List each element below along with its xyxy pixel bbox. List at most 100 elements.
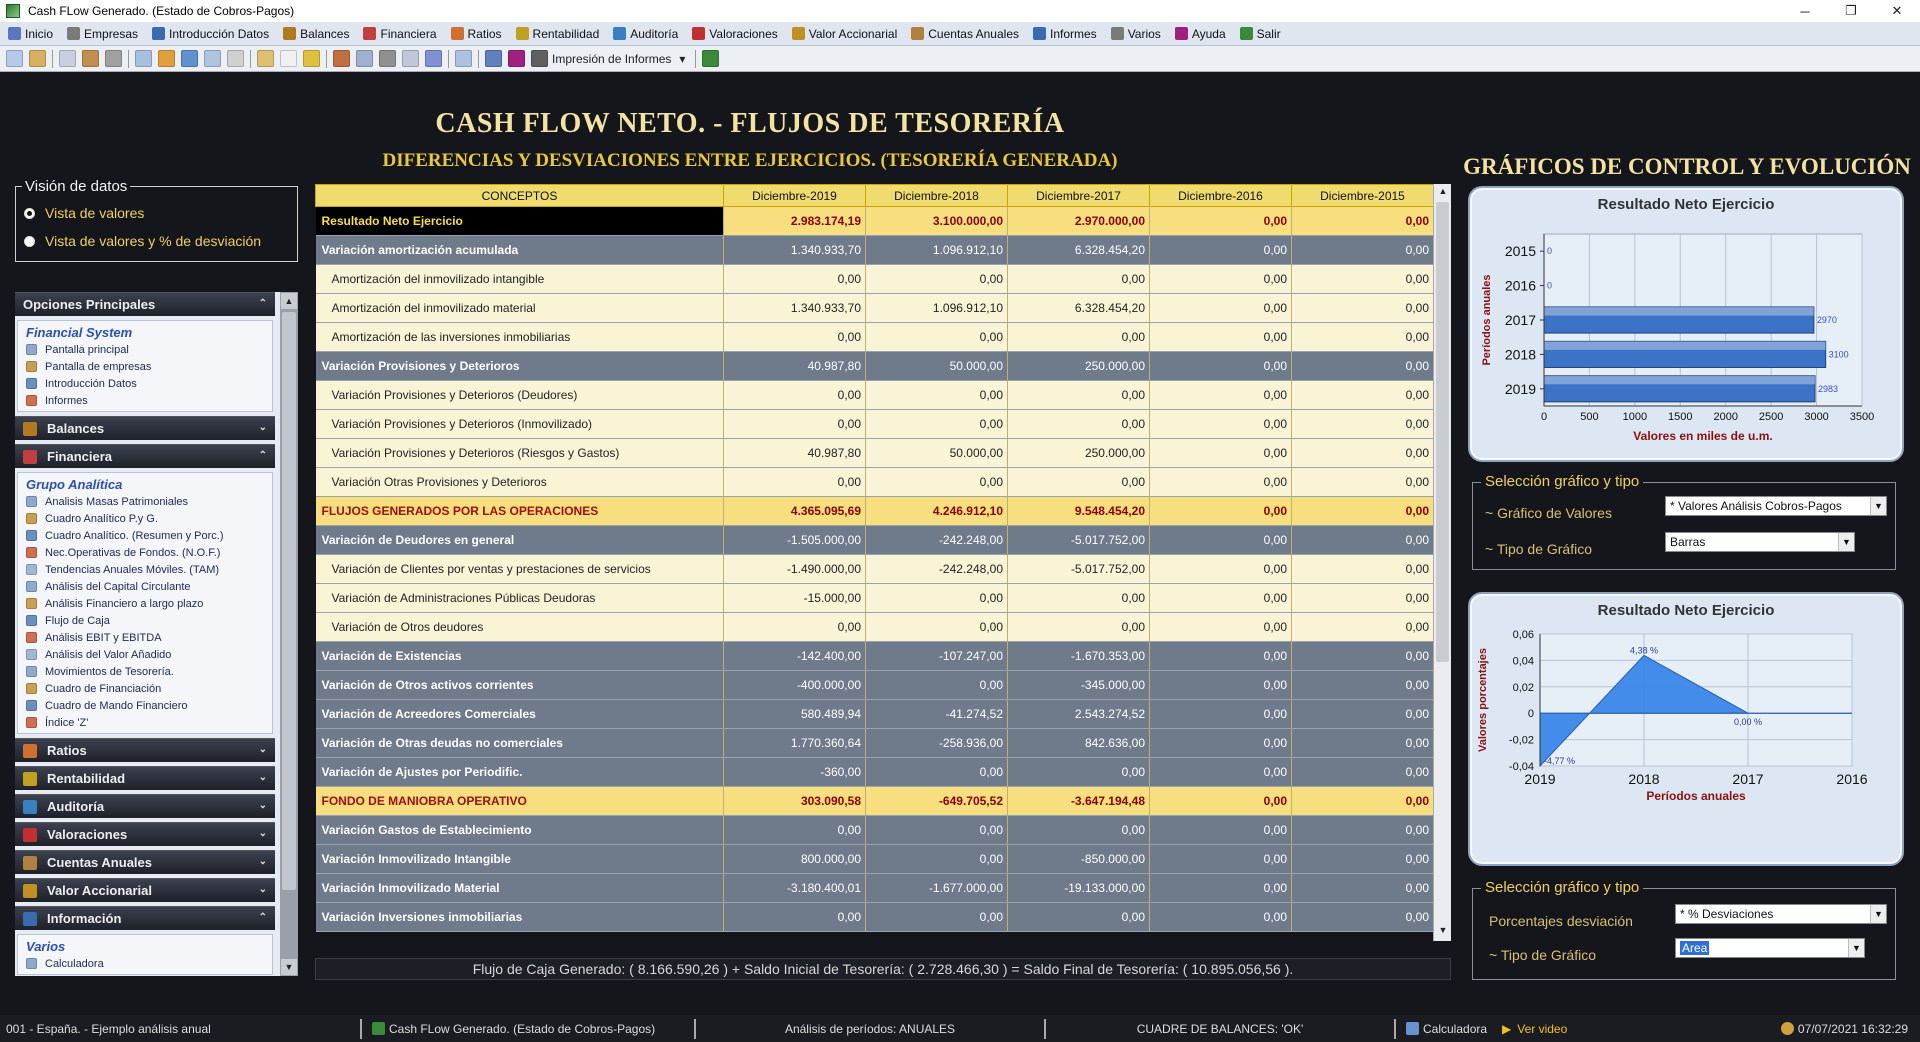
video-button[interactable]: ▶ Ver video <box>1496 1015 1576 1042</box>
sidebar-item-pantalla-de-empresas[interactable]: Pantalla de empresas <box>26 358 264 375</box>
menu-introduccion-datos[interactable]: Introducción Datos <box>152 27 269 41</box>
menu-varios[interactable]: Varios <box>1110 27 1161 41</box>
sidebar-item-analisis-del-capital-circulante[interactable]: Análisis del Capital Circulante <box>26 578 264 595</box>
menu-ratios[interactable]: Ratios <box>450 27 502 41</box>
sidebar-item-tendencias-anuales-moviles-tam[interactable]: Tendencias Anuales Móviles. (TAM) <box>26 561 264 578</box>
sidebar-item-analisis-ebit-y-ebitda[interactable]: Análisis EBIT y EBITDA <box>26 629 264 646</box>
menu-ayuda[interactable]: Ayuda <box>1174 27 1226 41</box>
menu-balances[interactable]: Balances <box>283 27 349 41</box>
scroll-thumb[interactable] <box>1436 202 1449 662</box>
company-icon[interactable] <box>29 50 46 67</box>
table-row[interactable]: Variación Inversiones inmobiliarias 0,00 0… <box>315 902 1434 932</box>
chart-type-select[interactable]: Barras ▼ <box>1665 532 1855 552</box>
chevron-down-icon[interactable]: ⌄ <box>259 422 267 433</box>
sidebar-item-calculadora[interactable]: Calculadora <box>26 955 264 972</box>
menu-inicio[interactable]: Inicio <box>8 27 53 41</box>
table-row[interactable]: Variación de Otros deudores 0,00 0,00 0,00 0… <box>315 612 1434 642</box>
exit-icon[interactable] <box>702 50 720 67</box>
report-icon[interactable] <box>257 50 274 67</box>
table-row[interactable]: Variación Gastos de Establecimiento 0,00 0… <box>315 815 1434 845</box>
sidebar-section-opciones-principales[interactable]: Opciones Principales ⌃ <box>15 292 275 316</box>
menu-financiera[interactable]: Financiera <box>363 27 437 41</box>
table-row[interactable]: Variación Provisiones y Deterioros 40.987… <box>315 351 1434 381</box>
chevron-up-icon[interactable]: ⌃ <box>259 450 267 461</box>
sidebar-item-flujo-de-caja[interactable]: Flujo de Caja <box>26 612 264 629</box>
print-reports-button[interactable]: Impresión de Informes ▾ <box>531 50 685 67</box>
minimize-button[interactable]: ─ <box>1782 4 1828 19</box>
table-row[interactable]: Amortización de las inversiones inmobili… <box>315 322 1434 352</box>
folder-icon[interactable] <box>303 50 320 67</box>
sidebar-section-informacion[interactable]: Información ⌃ <box>15 906 275 930</box>
scroll-down-icon[interactable]: ▼ <box>281 959 297 975</box>
table-row[interactable]: FLUJOS GENERADOS POR LAS OPERACIONES 4.36… <box>315 496 1434 526</box>
scale-icon[interactable] <box>356 50 373 67</box>
chart-values-select[interactable]: * Valores Análisis Cobros-Pagos ▼ <box>1665 496 1887 516</box>
scroll-up-icon[interactable]: ▲ <box>1436 186 1450 200</box>
menu-auditoria[interactable]: Auditoría <box>613 27 678 41</box>
table-row[interactable]: Variación amortización acumulada 1.340.93… <box>315 235 1434 265</box>
menu-valoraciones[interactable]: Valoraciones <box>692 27 778 41</box>
chevron-down-icon[interactable]: ⌄ <box>259 772 267 783</box>
table-row[interactable]: Variación de Clientes por ventas y prest… <box>315 554 1434 584</box>
table-row[interactable]: Variación Provisiones y Deterioros (Inmo… <box>315 409 1434 439</box>
book-icon[interactable] <box>455 50 472 67</box>
sidebar-section-auditoria[interactable]: Auditoría ⌄ <box>15 794 275 818</box>
calculator-icon[interactable] <box>82 50 99 67</box>
sidebar-section-ratios[interactable]: Ratios ⌄ <box>15 738 275 762</box>
chevron-down-icon[interactable]: ⌄ <box>259 828 267 839</box>
settings-icon[interactable] <box>105 50 122 67</box>
chevron-down-icon[interactable]: ⌄ <box>259 884 267 895</box>
table-row[interactable]: Variación Inmovilizado Intangible 800.000… <box>315 844 1434 874</box>
grid-icon[interactable] <box>181 50 198 67</box>
chart-icon[interactable] <box>158 50 175 67</box>
database-icon[interactable] <box>379 50 396 67</box>
table-row[interactable]: Variación de Otras deudas no comerciales… <box>315 728 1434 758</box>
table-row[interactable]: Variación de Otros activos corrientes -40… <box>315 670 1434 700</box>
sidebar-item-analisis-del-valor-anadido[interactable]: Análisis del Valor Añadido <box>26 646 264 663</box>
table-row[interactable]: Variación Provisiones y Deterioros (Ries… <box>315 438 1434 468</box>
table-row[interactable]: Variación de Ajustes por Periodific. -360… <box>315 757 1434 787</box>
sidebar-item-movimientos-de-tesoreria[interactable]: Movimientos de Tesorería. <box>26 663 264 680</box>
sidebar-item-introduccion-datos[interactable]: Introducción Datos <box>26 375 264 392</box>
table-row[interactable]: Variación de Acreedores Comerciales 580.4… <box>315 699 1434 729</box>
sidebar-item-informes[interactable]: Informes <box>26 392 264 409</box>
table-row[interactable]: Variación de Existencias -142.400,00 -107.… <box>315 641 1434 671</box>
deviation-percent-select[interactable]: * % Desviaciones ▼ <box>1675 904 1887 924</box>
sidebar-item-analisis-financiero-a-largo-plazo[interactable]: Análisis Financiero a largo plazo <box>26 595 264 612</box>
sidebar-item-analisis-masas-patrimoniales[interactable]: Analisis Masas Patrimoniales <box>26 493 264 510</box>
table-row[interactable]: FONDO DE MANIOBRA OPERATIVO 303.090,58 -64… <box>315 786 1434 816</box>
table-row[interactable]: Variación Inmovilizado Material -3.180.40… <box>315 873 1434 903</box>
chevron-down-icon[interactable]: ⌄ <box>259 856 267 867</box>
sidebar-section-valoraciones[interactable]: Valoraciones ⌄ <box>15 822 275 846</box>
table-row[interactable]: Amortización del inmovilizado intangible… <box>315 264 1434 294</box>
calendar-icon[interactable] <box>280 50 297 67</box>
table-row[interactable]: Variación Provisiones y Deterioros (Deud… <box>315 380 1434 410</box>
scroll-down-icon[interactable]: ▼ <box>1436 925 1450 939</box>
tools-icon[interactable] <box>333 50 350 67</box>
radio-vista-de-valores[interactable]: Vista de valores <box>24 205 289 221</box>
sidebar-item-cuadro-de-mando-financiero[interactable]: Cuadro de Mando Financiero <box>26 697 264 714</box>
document-icon[interactable] <box>227 50 244 67</box>
help-icon[interactable] <box>508 50 525 67</box>
table-row[interactable]: Amortización del inmovilizado material 1.… <box>315 293 1434 323</box>
scroll-thumb[interactable] <box>282 312 296 890</box>
menu-cuentas-anuales[interactable]: Cuentas Anuales <box>911 27 1019 41</box>
copy-icon[interactable] <box>402 50 419 67</box>
chevron-down-icon[interactable]: ⌄ <box>259 800 267 811</box>
chevron-down-icon[interactable]: ⌄ <box>259 744 267 755</box>
table-row[interactable]: Resultado Neto Ejercicio 2.983.174,19 3.10… <box>315 206 1434 236</box>
scroll-up-icon[interactable]: ▲ <box>281 293 297 309</box>
table-row[interactable]: Variación de Administraciones Públicas D… <box>315 583 1434 613</box>
sidebar-item-cuadro-de-financiacion[interactable]: Cuadro de Financiación <box>26 680 264 697</box>
data-entry-icon[interactable] <box>59 50 76 67</box>
chart-type-select[interactable]: Area ▼ <box>1675 938 1865 958</box>
link-icon[interactable] <box>204 50 221 67</box>
menu-informes[interactable]: Informes <box>1033 27 1097 41</box>
menu-salir[interactable]: Salir <box>1239 27 1281 41</box>
sidebar-section-rentabilidad[interactable]: Rentabilidad ⌄ <box>15 766 275 790</box>
sidebar-item-cuadro-analitico-resumen-y-porc[interactable]: Cuadro Analítico. (Resumen y Porc.) <box>26 527 264 544</box>
menu-rentabilidad[interactable]: Rentabilidad <box>515 27 599 41</box>
sidebar-scrollbar[interactable]: ▲ ▼ <box>280 292 298 976</box>
globe-icon[interactable] <box>425 50 442 67</box>
sidebar-item-cuadro-analitico-p-y-g[interactable]: Cuadro Analítico P.y G. <box>26 510 264 527</box>
